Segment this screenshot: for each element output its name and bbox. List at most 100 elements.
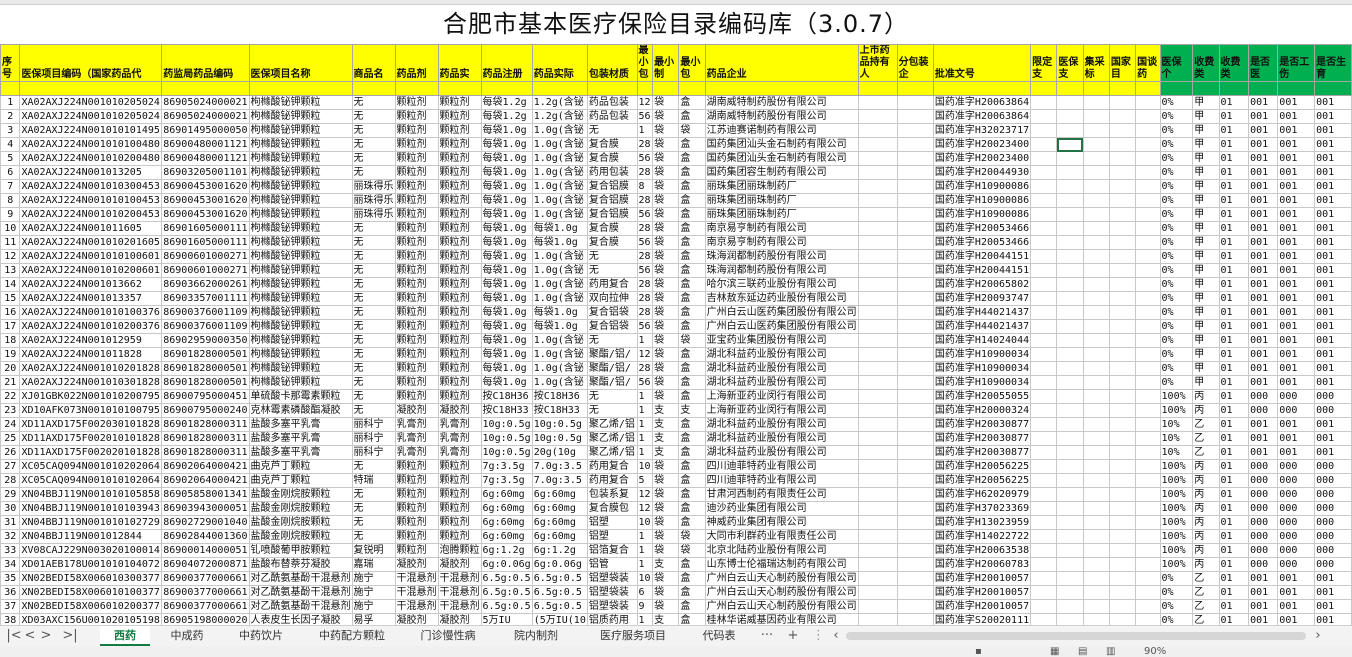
table-cell[interactable]: 颗粒剂 [437,459,482,474]
sheet-tab[interactable]: 中成药 [158,626,216,646]
header-subcell[interactable] [161,81,250,96]
table-cell[interactable] [1135,123,1161,138]
table-cell[interactable]: XN04BBJ119N001010105858 [19,487,163,502]
table-cell[interactable] [1135,613,1161,625]
table-cell[interactable] [1082,291,1110,306]
table-cell[interactable] [1056,137,1084,152]
table-cell[interactable]: 1 [636,403,654,418]
table-cell[interactable]: 枸橼酸铋钾颗粒 [248,277,353,292]
table-cell[interactable] [1056,249,1084,264]
table-cell[interactable]: 药用复合 [586,473,638,488]
table-cell[interactable]: 无 [351,151,396,166]
table-cell[interactable]: 无 [586,403,638,418]
scroll-right-icon[interactable]: › [1312,626,1324,646]
table-cell[interactable]: 干混悬剂 [437,599,482,614]
table-cell[interactable] [1056,557,1084,572]
table-cell[interactable]: 盒 [678,473,706,488]
table-cell[interactable]: 000 [1314,487,1352,502]
table-cell[interactable]: 001 [1277,333,1316,348]
table-cell[interactable]: 28 [636,249,654,264]
more-sheets-icon[interactable]: ··· [758,626,776,646]
table-cell[interactable]: 颗粒剂 [437,207,482,222]
table-cell[interactable]: XA02AXJ224N001010101495 [19,123,163,138]
table-cell[interactable]: 神威药业集团有限公司 [704,515,859,530]
table-cell[interactable]: 001 [1248,347,1279,362]
table-cell[interactable] [1135,571,1161,586]
table-cell[interactable] [1135,515,1161,530]
table-cell[interactable]: 颗粒剂 [437,137,482,152]
table-cell[interactable] [1056,403,1084,418]
table-cell[interactable] [1082,445,1110,460]
table-cell[interactable]: 丙 [1192,501,1220,516]
table-cell[interactable]: 袋 [652,473,680,488]
table-cell[interactable]: 001 [1248,361,1279,376]
table-cell[interactable]: 01 [1218,291,1250,306]
table-cell[interactable]: 1.2g(含铋 [531,95,588,110]
table-cell[interactable]: 每袋1.0g [480,263,533,278]
header-subcell[interactable] [1248,81,1279,96]
table-cell[interactable]: 乙 [1192,585,1220,600]
table-cell[interactable]: 6 [636,585,654,600]
table-cell[interactable] [1056,319,1084,334]
table-cell[interactable]: 甲 [1192,249,1220,264]
table-cell[interactable]: 干混悬剂 [394,571,439,586]
table-cell[interactable]: 001 [1314,347,1352,362]
table-cell[interactable]: 复合铝袋 [586,305,638,320]
table-cell[interactable]: 袋 [652,137,680,152]
table-cell[interactable]: 001 [1277,109,1316,124]
table-cell[interactable]: 每袋1.0g [480,179,533,194]
table-cell[interactable]: XD11AXD175F002010101828 [19,431,163,446]
header-subcell[interactable] [932,81,1032,96]
table-cell[interactable]: 001 [1314,179,1352,194]
table-cell[interactable]: 001 [1277,431,1316,446]
table-cell[interactable]: 1 [636,557,654,572]
table-cell[interactable]: 无 [351,529,396,544]
table-cell[interactable] [857,501,898,516]
table-cell[interactable]: 颗粒剂 [437,123,482,138]
table-cell[interactable] [1108,319,1137,334]
table-cell[interactable] [857,431,898,446]
table-cell[interactable]: 7g:3.5g [480,459,533,474]
table-cell[interactable]: 001 [1248,179,1279,194]
table-cell[interactable]: 复合膜 [586,151,638,166]
table-cell[interactable]: 颗粒剂 [437,389,482,404]
table-cell[interactable]: 0% [1159,123,1194,138]
table-cell[interactable]: 湖南威特制药股份有限公司 [704,109,859,124]
table-cell[interactable]: 袋 [652,529,680,544]
table-cell[interactable] [1082,319,1110,334]
table-cell[interactable] [1082,431,1110,446]
table-cell[interactable]: 盒 [678,347,706,362]
table-cell[interactable]: 001 [1314,305,1352,320]
table-cell[interactable]: 1 [636,529,654,544]
table-cell[interactable] [1082,305,1110,320]
table-cell[interactable] [1030,403,1058,418]
table-cell[interactable]: 32 [0,529,21,544]
table-cell[interactable]: 86901828000311 [161,445,250,460]
table-cell[interactable]: 每袋1.0g [480,221,533,236]
table-cell[interactable]: 干混悬剂 [394,599,439,614]
table-cell[interactable]: 20g(10g [531,445,588,460]
table-cell[interactable]: 颗粒剂 [394,151,439,166]
table-cell[interactable]: 乙 [1192,431,1220,446]
header-subcell[interactable] [1314,81,1352,96]
table-cell[interactable] [896,165,934,180]
table-cell[interactable] [1108,291,1137,306]
table-cell[interactable]: 001 [1248,277,1279,292]
table-cell[interactable] [857,277,898,292]
table-cell[interactable]: 1 [636,431,654,446]
table-cell[interactable]: 56 [636,263,654,278]
table-cell[interactable] [857,571,898,586]
table-cell[interactable]: XA02AXJ224N001013662 [19,277,163,292]
table-cell[interactable] [1030,165,1058,180]
table-cell[interactable]: 01 [1218,445,1250,460]
table-cell[interactable] [1082,347,1110,362]
table-cell[interactable]: 国药准字H20044151 [932,263,1032,278]
table-cell[interactable]: 颗粒剂 [394,319,439,334]
table-cell[interactable]: 颗粒剂 [437,529,482,544]
table-cell[interactable]: 甲 [1192,193,1220,208]
table-cell[interactable] [896,207,934,222]
table-cell[interactable] [1030,193,1058,208]
table-cell[interactable]: 001 [1248,123,1279,138]
table-cell[interactable]: 01 [1218,557,1250,572]
table-cell[interactable]: 1.0g(含铋 [531,179,588,194]
